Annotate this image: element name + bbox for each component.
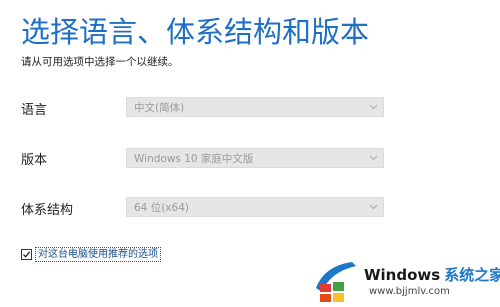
language-select-value: 中文(简体) <box>134 101 185 114</box>
edition-label: 版本 <box>21 153 48 168</box>
watermark: Windows 系统之家 www.bjjmlv.com <box>312 256 500 307</box>
page-title: 选择语言、体系结构和版本 <box>21 15 370 49</box>
watermark-url: www.bjjmlv.com <box>369 286 450 297</box>
watermark-brand: Windows 系统之家 <box>364 264 500 285</box>
architecture-label: 体系结构 <box>21 203 74 218</box>
watermark-brand-en: Windows <box>364 266 441 284</box>
edition-select-value: Windows 10 家庭中文版 <box>134 152 254 165</box>
recommended-options-row[interactable]: 对这台电脑使用推荐的选项 <box>21 247 161 262</box>
language-select[interactable]: 中文(简体) <box>126 97 384 117</box>
chevron-down-icon <box>363 98 383 116</box>
watermark-brand-cn: 系统之家 <box>444 266 500 284</box>
windows-logo-icon <box>316 262 356 302</box>
recommended-options-checkbox[interactable] <box>21 249 32 260</box>
language-label: 语言 <box>21 103 48 118</box>
chevron-down-icon <box>363 149 383 167</box>
recommended-options-label[interactable]: 对这台电脑使用推荐的选项 <box>35 247 161 262</box>
chevron-down-icon <box>363 198 383 216</box>
page-subtitle: 请从可用选项中选择一个以继续。 <box>21 56 179 68</box>
architecture-select-value: 64 位(x64) <box>134 201 189 214</box>
architecture-select[interactable]: 64 位(x64) <box>126 197 384 217</box>
edition-select[interactable]: Windows 10 家庭中文版 <box>126 148 384 168</box>
